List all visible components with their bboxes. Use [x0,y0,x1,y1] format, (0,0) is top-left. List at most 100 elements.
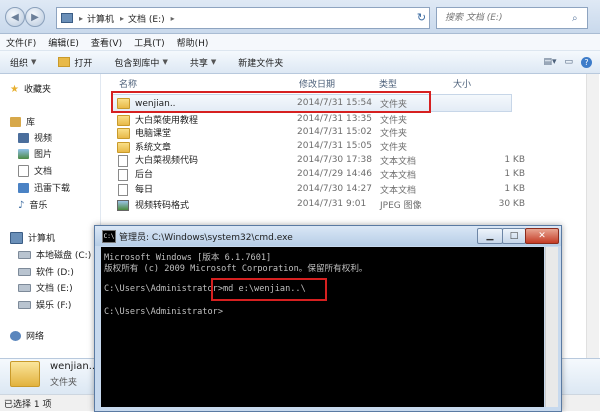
console-output[interactable]: Microsoft Windows [版本 6.1.7601] 版权所有 (c)… [101,247,544,407]
highlight-box [211,278,327,301]
nav-pictures-label: 图片 [34,150,53,160]
nav-drive-c[interactable]: 本地磁盘 (C:) [18,248,91,261]
table-row[interactable]: 大白菜使用教程 2014/7/31 13:35 文件夹 [114,113,599,126]
nav-computer[interactable]: 计算机 [10,231,55,244]
close-button[interactable]: ✕ [525,228,559,244]
menu-edit[interactable]: 编辑(E) [48,36,79,49]
music-icon: ♪ [18,199,25,211]
scrollbar[interactable] [586,74,599,358]
minimize-button[interactable]: ▁ [477,228,503,244]
chevron-down-icon: ▼ [31,58,37,66]
text-file-icon [118,183,128,196]
computer-icon [61,13,73,23]
menu-bar: 文件(F) 编辑(E) 查看(V) 工具(T) 帮助(H) [0,34,600,51]
nav-downloads[interactable]: 迅雷下载 [18,181,70,194]
menu-file[interactable]: 文件(F) [6,36,36,49]
file-size: 1 KB [504,184,525,194]
menu-help[interactable]: 帮助(H) [177,36,209,49]
console-icon: C:\ [102,230,116,243]
nav-drive-f[interactable]: 娱乐 (F:) [18,298,71,311]
table-row[interactable]: 系统文章 2014/7/31 15:05 文件夹 [114,140,599,153]
maximize-icon: □ [509,231,519,241]
chevron-down-icon: ▼ [210,58,217,66]
file-date: 2014/7/30 14:27 [297,184,372,194]
cmd-window[interactable]: 管理员: C:\Windows\system32\cmd.exe C:\ ▁ □… [94,225,562,412]
back-button[interactable]: ◀ [5,7,25,27]
details-name: wenjian.. [50,361,96,372]
nav-drive-c-label: 本地磁盘 (C:) [36,251,92,261]
row-name-cell: 每日 [117,182,153,196]
nav-computer-label: 计算机 [28,234,56,244]
search-box[interactable]: ⌕ [436,7,588,29]
nav-drive-d[interactable]: 软件 (D:) [18,265,74,278]
nav-documents[interactable]: 文档 [18,164,52,177]
file-size: 1 KB [504,169,525,179]
file-size: 1 KB [504,155,525,165]
file-type: 文件夹 [380,115,408,126]
table-row[interactable]: 电脑课堂 2014/7/31 15:02 文件夹 [114,126,599,139]
share-button[interactable]: 共享 ▼ [190,56,216,69]
table-row[interactable]: 后台 2014/7/29 14:46 文本文档 1 KB [114,167,599,181]
file-date: 2014/7/31 15:02 [297,127,372,137]
refresh-button[interactable]: ↻ [414,7,429,27]
table-row[interactable]: 大白菜视频代码 2014/7/30 17:38 文本文档 1 KB [114,153,599,167]
breadcrumb-computer[interactable]: 计算机 [87,12,114,25]
preview-pane-icon[interactable]: ▭ [564,57,573,67]
folder-icon [117,141,130,153]
image-file-icon [117,199,129,211]
console-line: 版权所有 (c) 2009 Microsoft Corporation。保留所有… [104,264,368,274]
maximize-button[interactable]: □ [502,228,526,244]
command-bar: 组织 ▼ 打开 包含到库中 ▼ 共享 ▼ 新建文件夹 ▤▾ ▭ ? [0,51,600,74]
file-name: 大白菜使用教程 [135,115,199,126]
menu-tools[interactable]: 工具(T) [134,36,165,49]
nav-libraries[interactable]: 库 [10,115,35,128]
include-in-library-button[interactable]: 包含到库中 ▼ [114,56,167,69]
drive-icon [18,250,31,259]
row-name-cell: 大白菜视频代码 [117,153,198,167]
address-field[interactable]: ▸ 计算机 ▸ 文档 (E:) ▸ [56,7,430,29]
breadcrumb-separator-icon: ▸ [120,13,125,23]
nav-pictures[interactable]: 图片 [18,147,52,160]
nav-drive-e-label: 文档 (E:) [36,284,73,294]
video-icon [18,132,29,143]
menu-view[interactable]: 查看(V) [91,36,122,49]
picture-icon [18,148,29,159]
status-text: 已选择 1 项 [4,399,52,410]
nav-drive-f-label: 娱乐 (F:) [36,301,72,311]
console-line: C:\Users\Administrator> [104,307,223,317]
refresh-icon: ↻ [416,10,427,24]
row-name-cell: 后台 [117,167,153,181]
minimize-icon: ▁ [486,231,494,241]
forward-button[interactable]: ▶ [25,7,45,27]
open-button[interactable]: 打开 [58,56,92,69]
share-label: 共享 [189,58,208,69]
file-name: 电脑课堂 [135,128,172,139]
nav-libraries-label: 库 [26,118,36,128]
file-date: 2014/7/30 17:38 [297,155,372,165]
open-label: 打开 [74,58,93,69]
nav-drive-d-label: 软件 (D:) [36,268,74,278]
organize-button[interactable]: 组织 ▼ [10,56,36,69]
table-row[interactable]: 视频转码格式 2014/7/31 9:01 JPEG 图像 30 KB [114,198,599,211]
folder-icon [117,127,130,139]
file-type: JPEG 图像 [380,200,422,211]
nav-network[interactable]: 网络 [10,329,44,342]
cmd-scrollbar[interactable] [545,247,558,407]
new-folder-button[interactable]: 新建文件夹 [238,56,283,69]
nav-drive-e[interactable]: 文档 (E:) [18,281,73,294]
include-in-library-label: 包含到库中 [114,58,160,69]
library-icon [10,116,21,127]
nav-favorites[interactable]: ★ 收藏夹 [10,82,51,96]
nav-videos[interactable]: 视频 [18,131,52,144]
table-row[interactable]: 每日 2014/7/30 14:27 文本文档 1 KB [114,182,599,196]
nav-music-label: 音乐 [29,201,48,211]
search-input[interactable] [443,12,572,24]
drive-icon [18,283,31,292]
download-icon [18,182,29,193]
file-date: 2014/7/31 13:35 [297,114,372,124]
file-name: 视频转码格式 [135,200,190,211]
view-options-icon[interactable]: ▤▾ [543,57,556,67]
nav-music[interactable]: ♪ 音乐 [18,198,48,212]
help-icon[interactable]: ? [581,56,592,68]
breadcrumb-drive-e[interactable]: 文档 (E:) [128,12,165,25]
